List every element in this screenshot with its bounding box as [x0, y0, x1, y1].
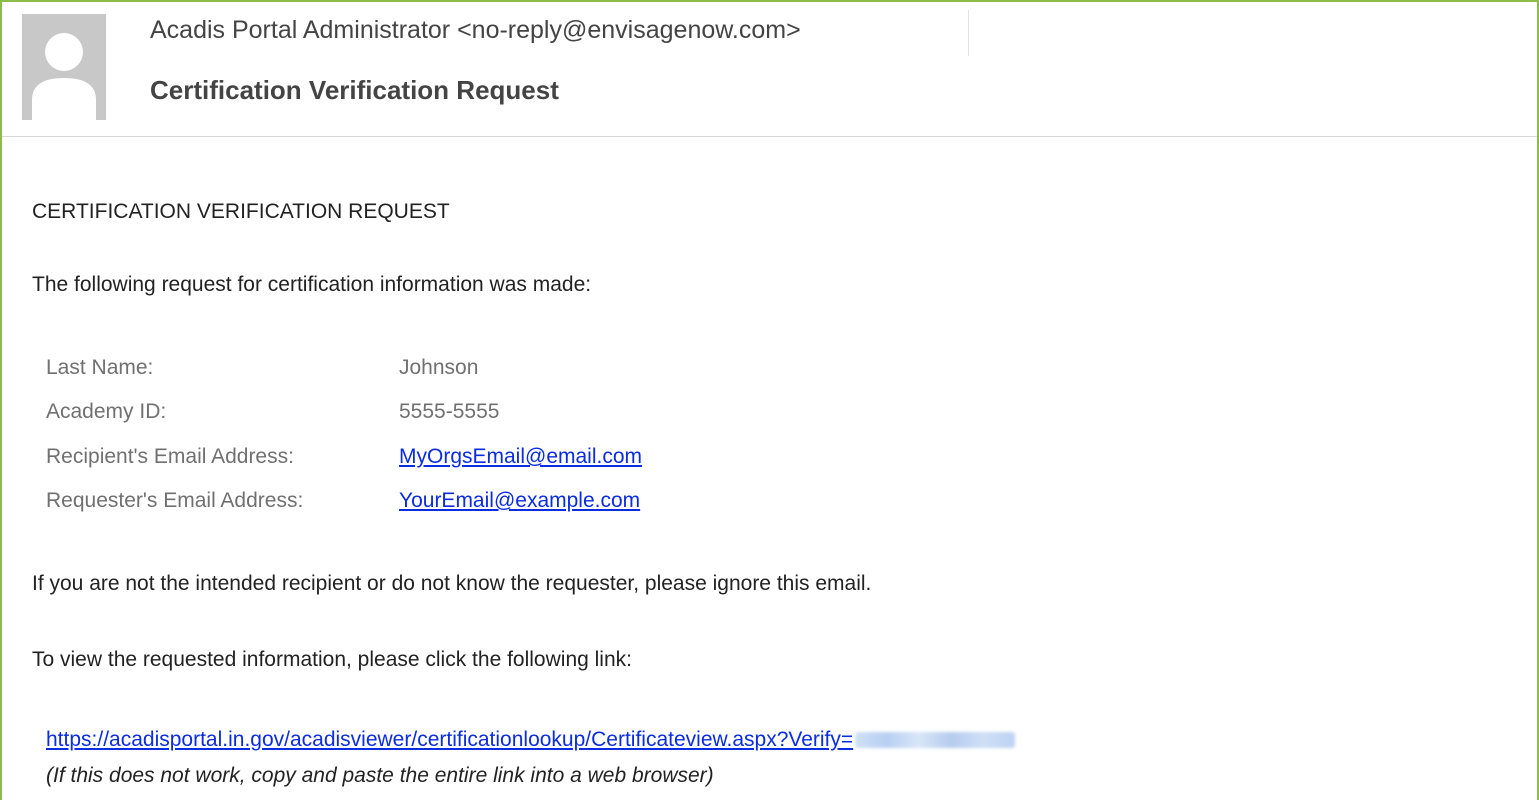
redacted-token — [855, 732, 1016, 749]
field-value-last-name: Johnson — [399, 356, 479, 379]
verification-link-row: https://acadisportal.in.gov/acadisviewer… — [46, 728, 1016, 752]
verification-link[interactable]: https://acadisportal.in.gov/acadisviewer… — [46, 728, 853, 751]
email-intro: The following request for certification … — [32, 273, 592, 296]
view-instruction: To view the requested information, pleas… — [32, 648, 632, 671]
field-value-academy-id: 5555-5555 — [399, 400, 500, 423]
field-label-last-name: Last Name: — [46, 356, 154, 379]
email-heading: CERTIFICATION VERIFICATION REQUEST — [32, 200, 450, 223]
email-reading-pane: Acadis Portal Administrator <no-reply@en… — [0, 0, 1539, 800]
field-label-academy-id: Academy ID: — [46, 400, 167, 423]
email-header: Acadis Portal Administrator <no-reply@en… — [2, 2, 1537, 137]
sender-name[interactable]: Acadis Portal Administrator <no-reply@en… — [150, 16, 801, 45]
field-label-recipient-email: Recipient's Email Address: — [46, 445, 294, 468]
link-note: (If this does not work, copy and paste t… — [46, 764, 714, 787]
ignore-notice: If you are not the intended recipient or… — [32, 572, 872, 595]
header-divider — [968, 10, 969, 56]
recipient-email-link[interactable]: MyOrgsEmail@email.com — [399, 445, 642, 468]
field-label-requester-email: Requester's Email Address: — [46, 489, 304, 512]
sender-avatar-person-icon[interactable] — [22, 14, 106, 120]
field-value-requester-email-wrap: YourEmail@example.com — [399, 489, 640, 513]
field-value-recipient-email-wrap: MyOrgsEmail@email.com — [399, 445, 642, 469]
email-subject: Certification Verification Request — [150, 75, 559, 105]
person-silhouette-icon — [22, 14, 106, 120]
requester-email-link[interactable]: YourEmail@example.com — [399, 489, 640, 512]
